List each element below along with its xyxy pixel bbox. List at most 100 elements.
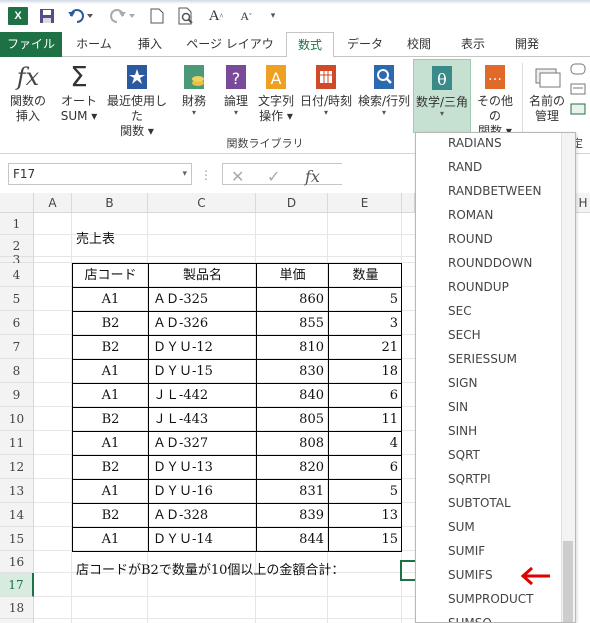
- table-cell[interactable]: A1: [72, 479, 148, 503]
- recent-functions-button[interactable]: 最近使用した 関数 ▾: [102, 59, 172, 138]
- column-header[interactable]: [402, 193, 415, 213]
- table-header-cell[interactable]: 店コード: [72, 263, 148, 287]
- table-cell[interactable]: B2: [72, 455, 148, 479]
- menu-item-sqrt[interactable]: SQRT: [416, 443, 562, 467]
- text-button[interactable]: A 文字列 操作 ▾: [256, 59, 296, 133]
- table-cell[interactable]: A1: [72, 527, 148, 551]
- row-header[interactable]: 6: [0, 311, 34, 335]
- sheet-title[interactable]: 売上表: [76, 229, 115, 251]
- tab-insert[interactable]: 挿入: [128, 32, 172, 57]
- table-cell[interactable]: ＪＬ-442: [148, 383, 256, 407]
- table-cell[interactable]: B2: [72, 335, 148, 359]
- logical-button[interactable]: ? 論理 ▾: [216, 59, 256, 133]
- table-cell[interactable]: 15: [328, 527, 402, 551]
- menu-item-sinh[interactable]: SINH: [416, 419, 562, 443]
- table-cell[interactable]: 13: [328, 503, 402, 527]
- menu-item-subtotal[interactable]: SUBTOTAL: [416, 491, 562, 515]
- scrollbar-thumb[interactable]: [563, 541, 573, 622]
- active-cell-f17[interactable]: [400, 560, 415, 581]
- menu-item-sum[interactable]: SUM: [416, 515, 562, 539]
- table-cell[interactable]: ＤＹＵ-16: [148, 479, 256, 503]
- chevron-down-icon[interactable]: ▾: [182, 164, 187, 184]
- table-cell[interactable]: ＡＤ-326: [148, 311, 256, 335]
- column-header[interactable]: A: [34, 193, 72, 213]
- menu-item-sumsq[interactable]: SUMSQ: [416, 611, 562, 622]
- table-cell[interactable]: 830: [256, 359, 328, 383]
- menu-item-sumproduct[interactable]: SUMPRODUCT: [416, 587, 562, 611]
- select-all-corner[interactable]: [0, 193, 34, 213]
- undo-icon[interactable]: [66, 7, 96, 25]
- tab-page-layout[interactable]: ページ レイアウト: [182, 32, 278, 76]
- column-header[interactable]: D: [256, 193, 328, 213]
- tab-formulas[interactable]: 数式: [286, 32, 334, 58]
- row-header[interactable]: 15: [0, 527, 34, 551]
- table-cell[interactable]: 839: [256, 503, 328, 527]
- row-header[interactable]: 4: [0, 263, 34, 287]
- more-functions-button[interactable]: … その他の 関数 ▾: [472, 59, 518, 138]
- math-trig-button[interactable]: θ 数学/三角 ▾: [413, 59, 471, 133]
- row-header[interactable]: 17: [0, 573, 34, 597]
- table-cell[interactable]: ＡＤ-328: [148, 503, 256, 527]
- table-cell[interactable]: 810: [256, 335, 328, 359]
- tab-developer[interactable]: 開発: [504, 32, 550, 57]
- menu-scrollbar[interactable]: [561, 133, 575, 622]
- table-cell[interactable]: ＪＬ-443: [148, 407, 256, 431]
- row-header[interactable]: 9: [0, 383, 34, 407]
- menu-item-sech[interactable]: SECH: [416, 323, 562, 347]
- worksheet-grid[interactable]: A B C D E 12345678910111213141516171819 …: [0, 193, 415, 623]
- row-header[interactable]: 5: [0, 287, 34, 311]
- table-cell[interactable]: 11: [328, 407, 402, 431]
- row-header[interactable]: 16: [0, 551, 34, 573]
- excel-logo-icon[interactable]: X: [8, 7, 28, 25]
- table-cell[interactable]: 21: [328, 335, 402, 359]
- row-header[interactable]: 1: [0, 213, 34, 235]
- table-cell[interactable]: ＡＤ-327: [148, 431, 256, 455]
- column-header[interactable]: H: [576, 193, 590, 213]
- new-file-icon[interactable]: [148, 7, 166, 25]
- table-header-cell[interactable]: 数量: [328, 263, 402, 287]
- column-header[interactable]: B: [72, 193, 148, 213]
- lookup-reference-button[interactable]: 検索/行列 ▾: [356, 59, 412, 133]
- row-header[interactable]: 7: [0, 335, 34, 359]
- tab-file[interactable]: ファイル: [0, 32, 62, 57]
- row-header[interactable]: 18: [0, 597, 34, 619]
- math-trig-dropdown[interactable]: RADIANS RAND RANDBETWEEN ROMAN ROUND ROUNDDOW…: [415, 132, 576, 623]
- name-manager-button[interactable]: 名前の 管理: [526, 59, 568, 133]
- table-cell[interactable]: 855: [256, 311, 328, 335]
- tab-home[interactable]: ホーム: [70, 32, 118, 57]
- menu-item-seriessum[interactable]: SERIESSUM: [416, 347, 562, 371]
- menu-item-sqrtpi[interactable]: SQRTPI: [416, 467, 562, 491]
- autosum-button[interactable]: Σ オート SUM ▾: [56, 59, 102, 133]
- row-header[interactable]: 19: [0, 619, 34, 623]
- table-cell[interactable]: 5: [328, 287, 402, 311]
- insert-function-icon[interactable]: fx: [305, 167, 320, 186]
- qat-customize-icon[interactable]: ▾: [266, 7, 280, 25]
- row-header[interactable]: 14: [0, 503, 34, 527]
- cancel-icon[interactable]: ✕: [231, 167, 244, 186]
- table-cell[interactable]: 860: [256, 287, 328, 311]
- tab-view[interactable]: 表示: [450, 32, 496, 57]
- table-header-cell[interactable]: 製品名: [148, 263, 256, 287]
- menu-item-radians[interactable]: RADIANS: [416, 133, 562, 155]
- table-cell[interactable]: ＤＹＵ-15: [148, 359, 256, 383]
- table-cell[interactable]: A1: [72, 383, 148, 407]
- column-header[interactable]: C: [148, 193, 256, 213]
- table-cell[interactable]: A1: [72, 359, 148, 383]
- table-cell[interactable]: ＤＹＵ-13: [148, 455, 256, 479]
- table-cell[interactable]: ＤＹＵ-14: [148, 527, 256, 551]
- create-from-selection-icon[interactable]: [570, 103, 588, 117]
- menu-item-sec[interactable]: SEC: [416, 299, 562, 323]
- tab-data[interactable]: データ: [342, 32, 388, 57]
- row-header[interactable]: 8: [0, 359, 34, 383]
- increase-font-icon[interactable]: A ^: [206, 7, 226, 25]
- print-preview-icon[interactable]: [176, 7, 196, 25]
- menu-item-rounddown[interactable]: ROUNDDOWN: [416, 251, 562, 275]
- table-cell[interactable]: ＡＤ-325: [148, 287, 256, 311]
- table-cell[interactable]: B2: [72, 311, 148, 335]
- row-header[interactable]: 10: [0, 407, 34, 431]
- table-header-cell[interactable]: 単価: [256, 263, 328, 287]
- date-time-button[interactable]: 日付/時刻 ▾: [298, 59, 354, 133]
- table-cell[interactable]: 3: [328, 311, 402, 335]
- menu-item-roundup[interactable]: ROUNDUP: [416, 275, 562, 299]
- enter-icon[interactable]: ✓: [267, 167, 280, 186]
